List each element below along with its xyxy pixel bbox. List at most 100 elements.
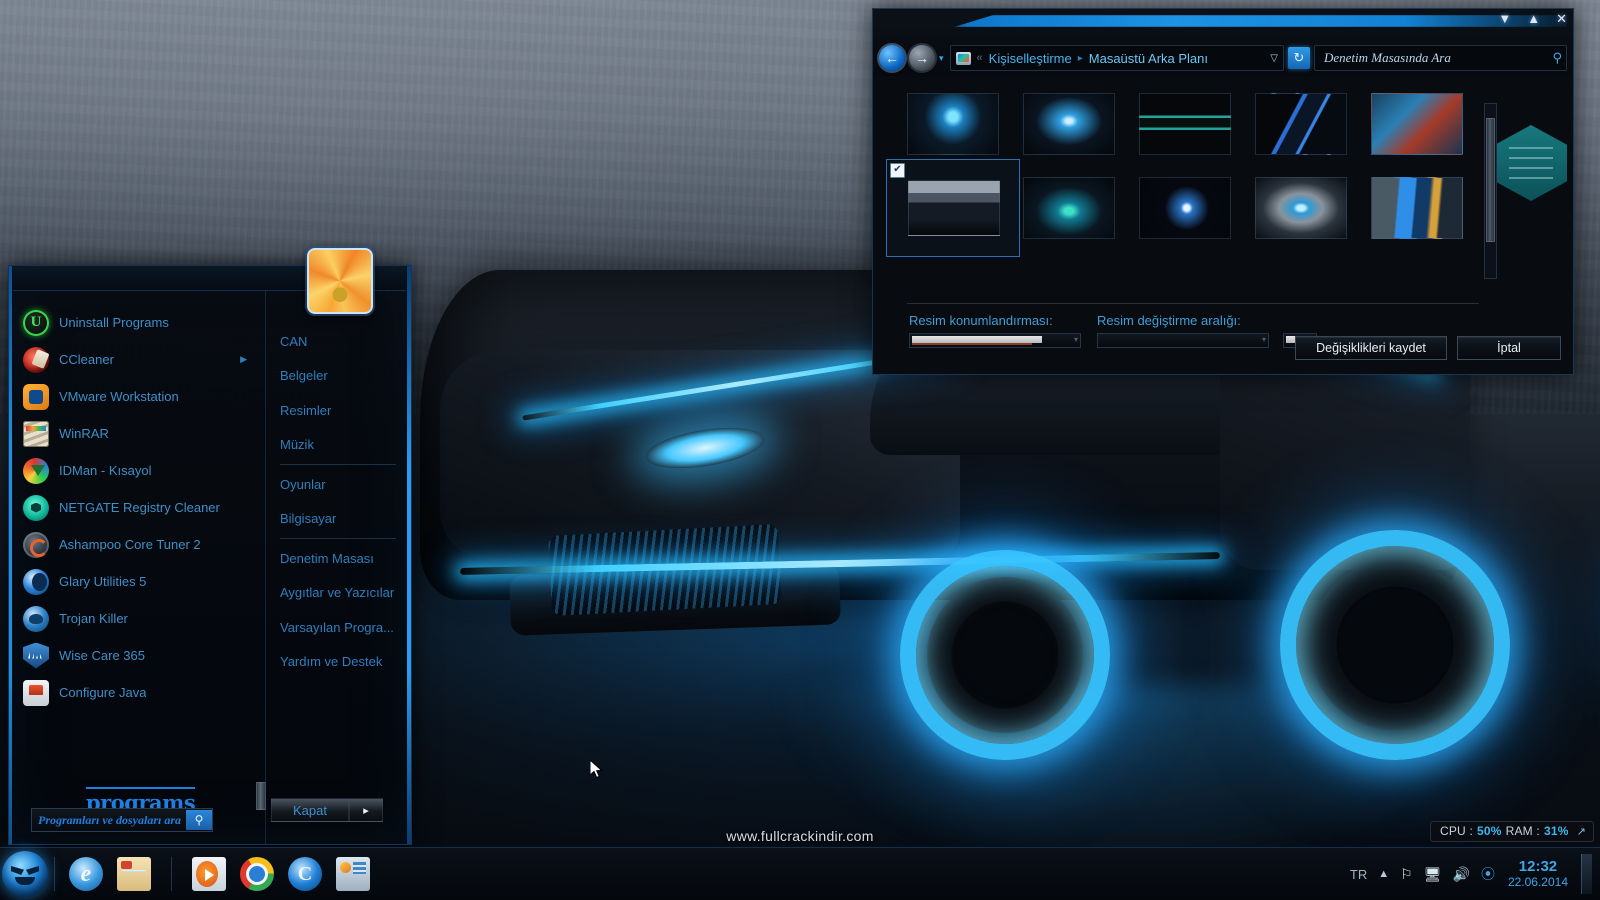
thumbnail-scrollbar[interactable] (1484, 103, 1497, 279)
minimize-button[interactable]: ▼ (1498, 12, 1511, 25)
menu-item-label: Bilgisayar (280, 511, 337, 527)
wallpaper-thumbnail-grid[interactable]: ✔ (886, 93, 1479, 293)
breadcrumb-item-personalization[interactable]: Kişiselleştirme (989, 51, 1072, 66)
menu-item-devices-and-printers[interactable]: Aygıtlar ve Yazıcılar (266, 576, 406, 611)
sidebar-item-ashampoo-core-tuner[interactable]: Ashampoo Core Tuner 2 (13, 526, 265, 563)
menu-item-default-programs[interactable]: Varsayılan Progra... (266, 610, 406, 645)
show-hidden-icons-button[interactable]: ▲ (1378, 868, 1389, 880)
wallpaper-metal-capsule[interactable] (1255, 177, 1347, 239)
sidebar-item-label: CCleaner (59, 352, 114, 367)
ccleaner-tray-icon[interactable]: ⦿ (1481, 867, 1495, 881)
thumbnail-row-2: ✔ (886, 159, 1479, 257)
sidebar-item-configure-java[interactable]: Configure Java (13, 674, 265, 711)
back-arrow-icon[interactable]: ← (879, 45, 905, 71)
menu-item-music[interactable]: Müzik (266, 428, 406, 463)
chevron-down-icon[interactable]: ▽ (1270, 53, 1278, 64)
address-bar[interactable]: « Kişiselleştirme ▸ Masaüstü Arka Planı … (949, 45, 1284, 71)
wallpaper-cyan-glow[interactable] (1023, 177, 1115, 239)
cpu-ram-gadget[interactable]: CPU : 50% RAM : 31% ↗ (1429, 821, 1594, 842)
action-center-flag-icon[interactable]: ⚐ (1400, 867, 1413, 881)
wallpaper-blue-waterfall[interactable] (1371, 177, 1463, 239)
menu-item-label: Aygıtlar ve Yazıcılar (280, 585, 395, 601)
search-icon[interactable]: ⚲ (1552, 50, 1562, 66)
window-controls[interactable]: ▼ ▲ ✕ (1498, 12, 1567, 25)
change-interval-label: Resim değiştirme aralığı: (1097, 313, 1241, 328)
sidebar-item-trojan-killer[interactable]: Trojan Killer (13, 600, 265, 637)
arrow-up-right-icon[interactable]: ↗ (1577, 825, 1586, 838)
uninstall-icon (23, 309, 49, 336)
forward-arrow-icon[interactable]: → (909, 45, 935, 71)
thumbnail-row-1 (907, 93, 1479, 155)
sidebar-item-winrar[interactable]: WinRAR (13, 415, 265, 452)
wallpaper-blue-lines[interactable] (1255, 93, 1347, 155)
maximize-button[interactable]: ▲ (1527, 12, 1540, 25)
sidebar-item-ccleaner[interactable]: CCleaner ▶ (13, 341, 265, 378)
scrollbar-thumb[interactable] (1486, 118, 1495, 242)
menu-item-help-and-support[interactable]: Yardım ve Destek (266, 645, 406, 680)
wise-care-icon (23, 642, 49, 669)
wallpaper-blue-core[interactable] (1023, 93, 1115, 155)
selected-checkbox[interactable]: ✔ (890, 163, 905, 178)
breadcrumb-separator-icon: ▸ (1077, 52, 1083, 64)
wallpaper-blue-sphere[interactable] (907, 93, 999, 155)
breadcrumb-item-desktop-background[interactable]: Masaüstü Arka Planı (1089, 51, 1208, 66)
history-caret-icon[interactable]: ▾ (939, 53, 944, 64)
windows-explorer-icon[interactable] (117, 857, 151, 891)
show-desktop-button[interactable] (1581, 854, 1592, 894)
windows-media-player-icon[interactable] (192, 857, 226, 891)
idman-icon (23, 457, 49, 484)
sidebar-item-glary-utilities[interactable]: Glary Utilities 5 (13, 563, 265, 600)
volume-icon[interactable]: 🔊 (1453, 867, 1470, 881)
control-panel-icon[interactable] (336, 857, 370, 891)
sidebar-item-uninstall-programs[interactable]: Uninstall Programs (13, 304, 265, 341)
google-chrome-icon[interactable] (240, 857, 274, 891)
change-interval-dropdown[interactable]: ▾ (1097, 333, 1269, 348)
control-panel-search[interactable]: ⚲ (1314, 45, 1567, 71)
network-icon[interactable]: 🖥 (1424, 867, 1442, 881)
menu-item-games[interactable]: Oyunlar (266, 467, 406, 502)
taskbar[interactable]: TR ▲ ⚐ 🖥 🔊 ⦿ 12:32 22.06.2014 (0, 847, 1600, 900)
start-orb-icon[interactable] (2, 851, 48, 897)
start-menu-right-edge (407, 266, 411, 844)
system-tray[interactable]: TR ▲ ⚐ 🖥 🔊 ⦿ 12:32 22.06.2014 (1350, 854, 1600, 894)
cancel-button[interactable]: İptal (1457, 336, 1561, 360)
dialog-buttons[interactable]: Değişiklikleri kaydet İptal (1295, 336, 1561, 360)
chevron-left-icon[interactable]: « (977, 52, 983, 64)
sidebar-item-vmware-workstation[interactable]: VMware Workstation (13, 378, 265, 415)
sidebar-item-idman[interactable]: IDMan - Kısayol (13, 452, 265, 489)
control-panel-window[interactable]: ▼ ▲ ✕ ← → ▾ « Kişiselleştirme ▸ Masaüstü… (872, 8, 1574, 375)
wallpaper-teal-emblem[interactable] (1139, 93, 1231, 155)
save-changes-button[interactable]: Değişiklikleri kaydet (1295, 336, 1447, 360)
start-menu-search[interactable]: ⚲ (31, 808, 213, 832)
language-indicator[interactable]: TR (1350, 867, 1367, 882)
menu-item-pictures[interactable]: Resimler (266, 393, 406, 428)
shutdown-button[interactable]: Kapat (271, 798, 349, 822)
start-menu-programs-list[interactable]: Uninstall Programs CCleaner ▶ VMware Wor… (13, 290, 266, 844)
sidebar-item-netgate-registry-cleaner[interactable]: NETGATE Registry Cleaner (13, 489, 265, 526)
search-input[interactable] (32, 811, 186, 829)
picture-position-dropdown[interactable]: ▾ (909, 333, 1081, 348)
wallpaper-robot[interactable] (1371, 93, 1463, 155)
sidebar-item-wise-care-365[interactable]: Wise Care 365 (13, 637, 265, 674)
close-button[interactable]: ✕ (1556, 12, 1567, 25)
search-icon[interactable]: ⚲ (186, 810, 212, 830)
search-input[interactable] (1322, 49, 1553, 67)
wallpaper-lamborghini[interactable]: ✔ (886, 159, 1020, 257)
taskbar-pinned-items[interactable] (61, 857, 370, 891)
refresh-icon[interactable]: ↻ (1288, 47, 1310, 69)
shutdown-options-arrow-icon[interactable]: ▸ (349, 798, 383, 822)
menu-item-control-panel[interactable]: Denetim Masası (266, 541, 406, 576)
menu-item-label: Belgeler (280, 368, 328, 384)
start-menu[interactable]: Uninstall Programs CCleaner ▶ VMware Wor… (8, 248, 412, 845)
menu-item-user-folder[interactable]: CAN (266, 324, 406, 359)
window-titlebar[interactable]: ▼ ▲ ✕ (873, 9, 1573, 39)
menu-item-documents[interactable]: Belgeler (266, 359, 406, 394)
clock[interactable]: 12:32 22.06.2014 (1506, 858, 1570, 889)
internet-explorer-icon[interactable] (69, 857, 103, 891)
navigation-bar[interactable]: ← → ▾ « Kişiselleştirme ▸ Masaüstü Arka … (873, 39, 1573, 77)
menu-item-computer[interactable]: Bilgisayar (266, 502, 406, 537)
wallpaper-windows-seven[interactable] (1139, 177, 1231, 239)
start-menu-places-list[interactable]: CAN Belgeler Resimler Müzik Oyunlar Bilg… (265, 290, 406, 844)
submenu-arrow-icon[interactable]: ▶ (240, 354, 247, 365)
ccleaner-taskbar-icon[interactable] (288, 857, 322, 891)
